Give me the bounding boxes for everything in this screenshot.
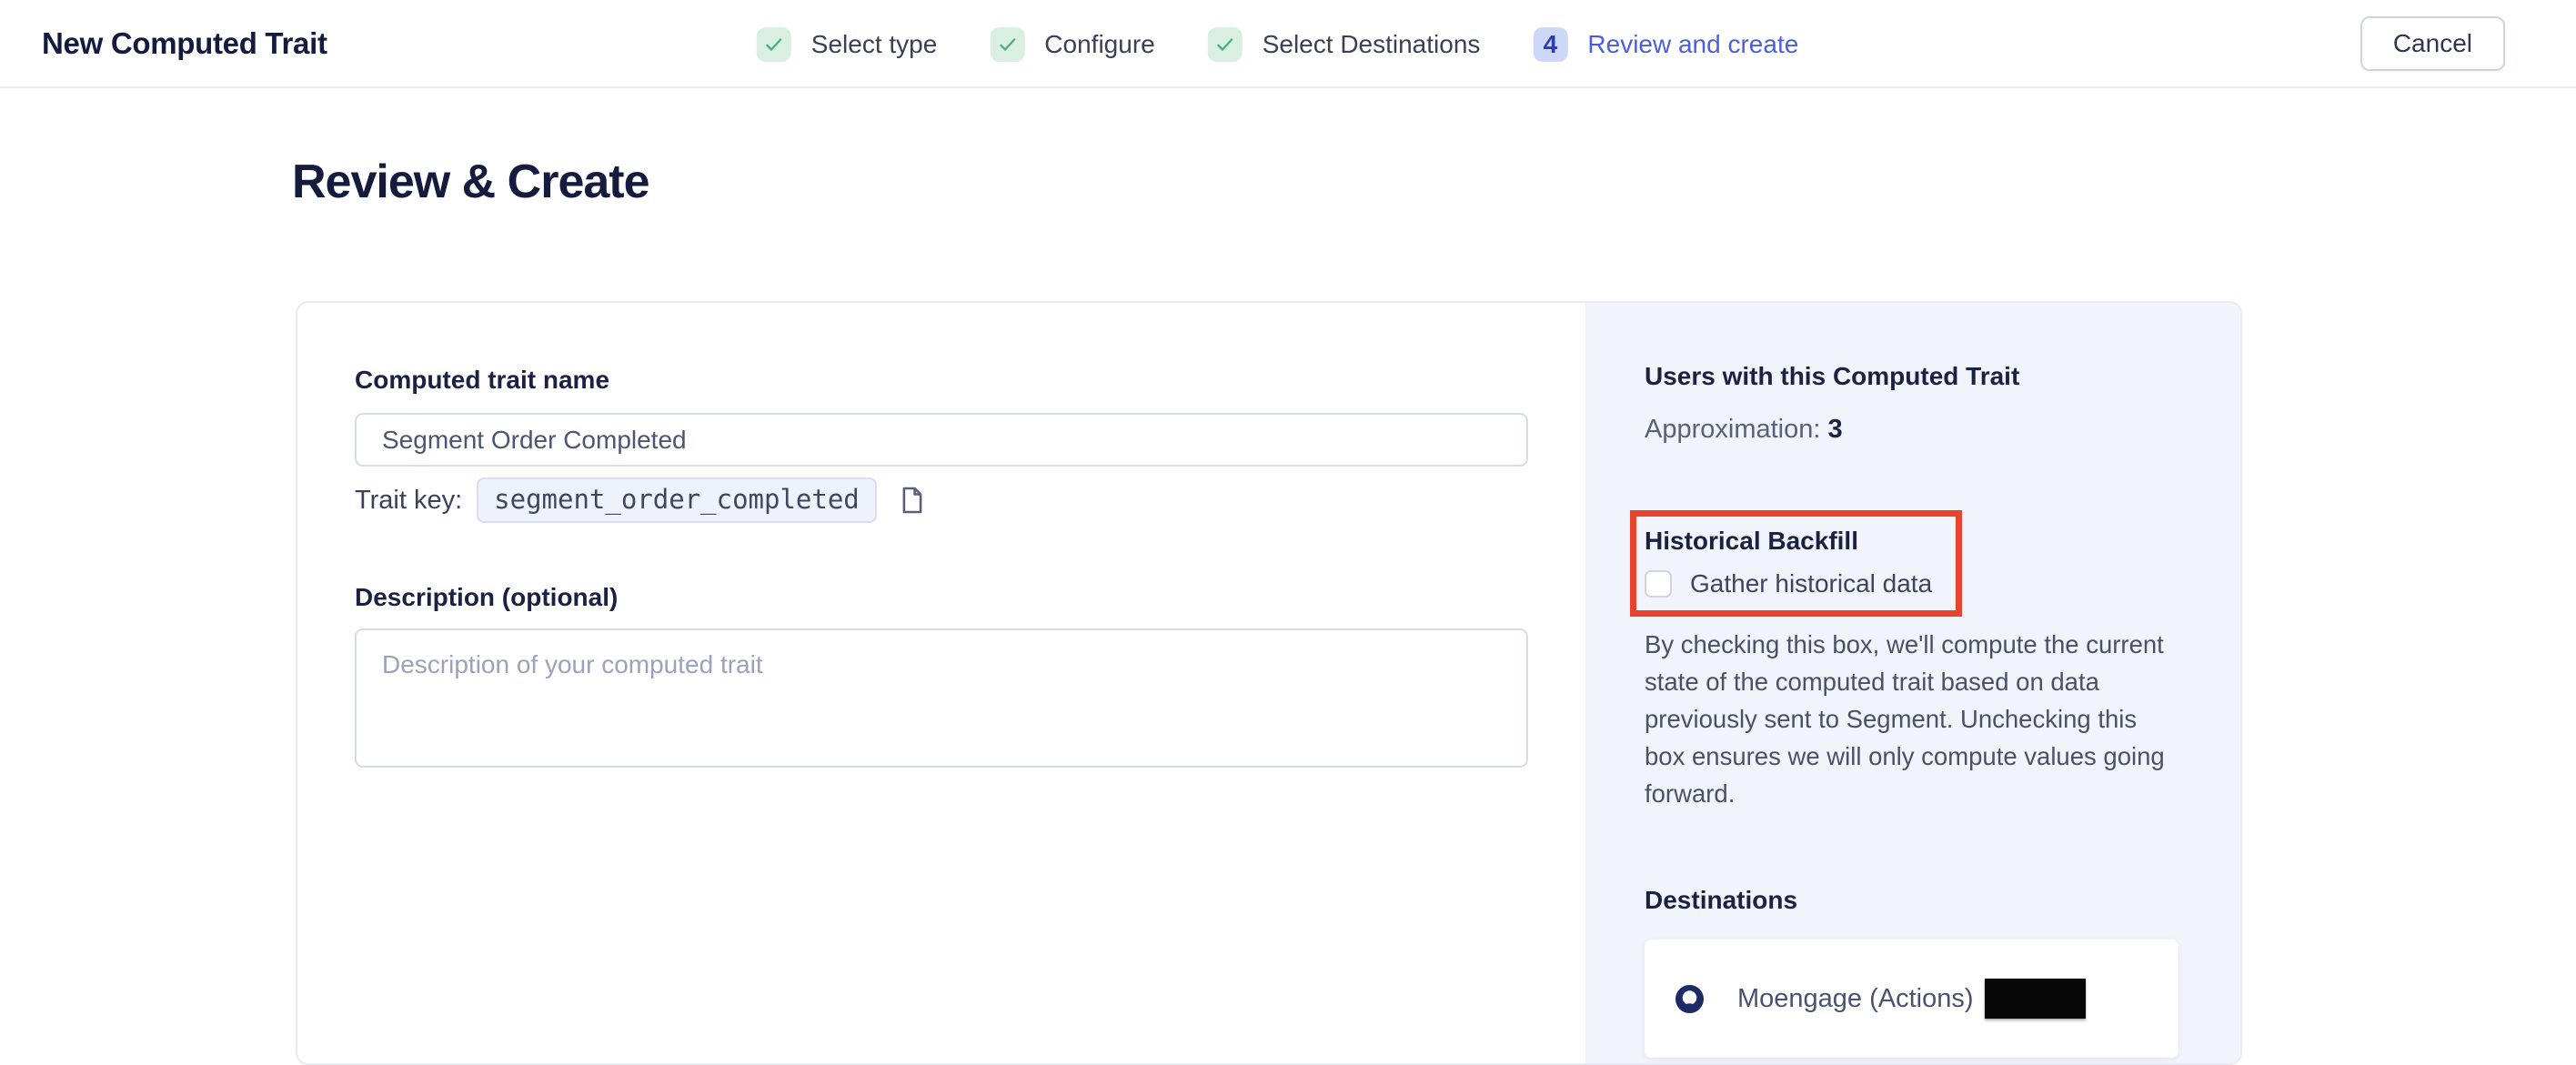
step-select-destinations[interactable]: Select Destinations (1208, 27, 1481, 62)
trait-key-row: Trait key: segment_order_completed (355, 477, 1528, 523)
approximation-line: Approximation: 3 (1645, 412, 2190, 447)
step-label: Select type (811, 30, 938, 59)
step-label: Review and create (1587, 30, 1798, 59)
step-number-badge: 4 (1533, 27, 1567, 62)
redacted-text-overlay (1985, 979, 2086, 1019)
backfill-description: By checking this box, we'll compute the … (1645, 626, 2179, 812)
step-label: Select Destinations (1263, 30, 1481, 59)
trait-key-value: segment_order_completed (477, 477, 877, 523)
moengage-logo-icon (1675, 985, 1704, 1013)
cancel-button[interactable]: Cancel (2360, 16, 2505, 71)
step-complete-check-icon (990, 27, 1024, 62)
wizard-steps: Select type Configure Select Destination… (757, 0, 1799, 88)
page-title: Review & Create (292, 155, 649, 209)
step-configure[interactable]: Configure (990, 27, 1154, 62)
trait-name-label: Computed trait name (355, 364, 1528, 397)
historical-backfill-heading: Historical Backfill (1645, 524, 1932, 558)
approximation-value: 3 (1828, 415, 1843, 444)
trait-key-label: Trait key: (355, 486, 462, 516)
step-label: Configure (1044, 30, 1154, 59)
step-select-type[interactable]: Select type (757, 27, 938, 62)
review-card: Computed trait name Trait key: segment_o… (296, 301, 2242, 1065)
trait-summary-panel: Computed trait name Trait key: segment_o… (297, 303, 1585, 1063)
gather-historical-data-row: Gather historical data (1645, 569, 1932, 598)
destination-card[interactable]: Moengage (Actions) (1645, 939, 2179, 1058)
step-review-and-create[interactable]: 4 Review and create (1533, 27, 1798, 62)
gather-historical-data-checkbox[interactable] (1645, 570, 1672, 598)
window-title: New Computed Trait (42, 26, 327, 61)
wizard-header: New Computed Trait Select type Configure… (0, 0, 2576, 88)
approximation-label: Approximation: (1645, 415, 1820, 444)
review-side-panel: Users with this Computed Trait Approxima… (1585, 303, 2240, 1063)
copy-icon[interactable] (901, 486, 924, 515)
gather-historical-data-label: Gather historical data (1690, 569, 1932, 598)
description-textarea[interactable] (355, 628, 1528, 768)
annotation-highlight-box: Historical Backfill Gather historical da… (1630, 510, 1962, 617)
description-label: Description (optional) (355, 581, 1528, 614)
users-heading: Users with this Computed Trait (1645, 359, 2190, 394)
destination-name: Moengage (Actions) (1737, 984, 1974, 1014)
step-complete-check-icon (757, 27, 791, 62)
destinations-heading: Destinations (1645, 883, 2190, 918)
step-complete-check-icon (1208, 27, 1243, 62)
trait-name-input[interactable] (355, 413, 1528, 467)
